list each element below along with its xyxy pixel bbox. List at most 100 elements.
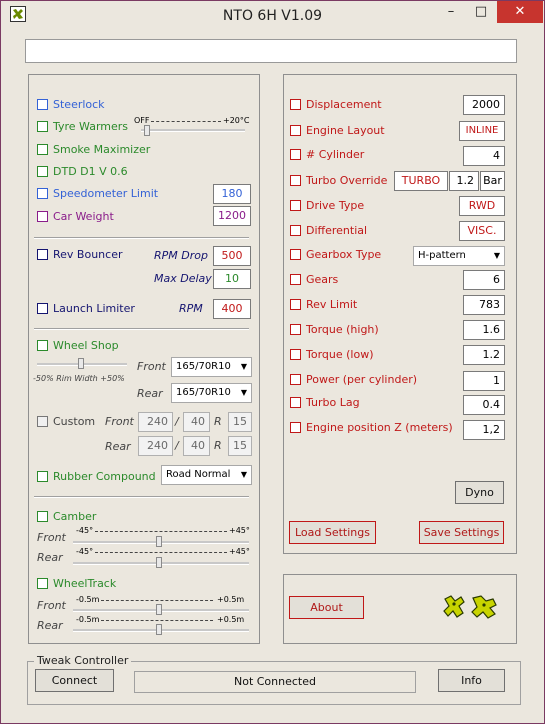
gears-input[interactable]: 6 [463, 270, 505, 290]
separator [34, 496, 249, 498]
gearbox-select[interactable]: H-pattern ▼ [413, 246, 505, 266]
r-label: R [214, 415, 222, 428]
camber-rear-label: Rear [37, 551, 63, 564]
custom-aspect-front[interactable]: 40 [183, 412, 210, 432]
rev-limit-checkbox[interactable] [290, 299, 301, 310]
turbo-toggle[interactable]: TURBO [394, 171, 448, 191]
differential-value[interactable]: VISC. [459, 221, 505, 241]
camber-label: Camber [53, 510, 97, 523]
camber-checkbox[interactable] [37, 511, 48, 522]
dropdown-arrow-icon: ▼ [240, 362, 247, 371]
rubber-checkbox[interactable] [37, 471, 48, 482]
differential-checkbox[interactable] [290, 225, 301, 236]
gearbox-value: H-pattern [418, 250, 466, 261]
separator [34, 237, 249, 239]
gears-checkbox[interactable] [290, 274, 301, 285]
status-field[interactable] [25, 39, 517, 63]
front-label: Front [137, 360, 166, 373]
dyno-button[interactable]: Dyno [455, 481, 504, 504]
tyre-warmers-label: Tyre Warmers [53, 120, 129, 133]
camber-front-label: Front [37, 531, 66, 544]
dtd-checkbox[interactable] [37, 166, 48, 177]
tyre-warmers-checkbox[interactable] [37, 121, 48, 132]
turbo-override-checkbox[interactable] [290, 175, 301, 186]
launch-checkbox[interactable] [37, 303, 48, 314]
turbo-lag-input[interactable]: 0.4 [463, 395, 505, 415]
power-label: Power (per cylinder) [306, 373, 418, 386]
gears-label: Gears [306, 273, 339, 286]
drive-type-value[interactable]: RWD [459, 196, 505, 216]
torque-low-checkbox[interactable] [290, 349, 301, 360]
track-front-thumb[interactable] [156, 604, 162, 615]
dropdown-arrow-icon: ▼ [240, 470, 247, 479]
camber-rear-thumb[interactable] [156, 557, 162, 568]
track-front-label: Front [37, 599, 66, 612]
close-button[interactable]: ✕ [497, 1, 543, 23]
engine-layout-checkbox[interactable] [290, 125, 301, 136]
drive-type-checkbox[interactable] [290, 200, 301, 211]
track-rear-thumb[interactable] [156, 624, 162, 635]
wheeltrack-checkbox[interactable] [37, 578, 48, 589]
speedo-checkbox[interactable] [37, 188, 48, 199]
rev-limit-label: Rev Limit [306, 298, 358, 311]
engine-position-checkbox[interactable] [290, 422, 301, 433]
engine-position-label: Engine position Z (meters) [306, 421, 453, 434]
displacement-label: Displacement [306, 98, 382, 111]
slash: / [175, 415, 179, 428]
custom-rim-front[interactable]: 15 [228, 412, 252, 432]
custom-width-rear[interactable]: 240 [138, 436, 173, 456]
cylinder-checkbox[interactable] [290, 149, 301, 160]
torque-low-input[interactable]: 1.2 [463, 345, 505, 365]
smoke-checkbox[interactable] [37, 144, 48, 155]
custom-width-front[interactable]: 240 [138, 412, 173, 432]
connect-button[interactable]: Connect [35, 669, 114, 692]
load-settings-button[interactable]: Load Settings [289, 521, 376, 544]
front-tyre-select[interactable]: 165/70R10 ▼ [171, 357, 252, 377]
rev-limit-input[interactable]: 783 [463, 295, 505, 315]
displacement-checkbox[interactable] [290, 99, 301, 110]
torque-high-label: Torque (high) [306, 323, 379, 336]
engine-position-input[interactable]: 1,2 [463, 420, 505, 440]
rubber-select[interactable]: Road Normal ▼ [161, 465, 252, 485]
custom-rim-rear[interactable]: 15 [228, 436, 252, 456]
steerlock-checkbox[interactable] [37, 99, 48, 110]
track-front-min: -0.5m [76, 595, 100, 604]
camber-front-thumb[interactable] [156, 536, 162, 547]
separator [34, 328, 249, 330]
speedo-input[interactable]: 180 [213, 184, 251, 204]
weight-input[interactable]: 1200 [213, 206, 251, 226]
displacement-input[interactable]: 2000 [463, 95, 505, 115]
rpm-input[interactable]: 400 [213, 299, 251, 319]
torque-high-input[interactable]: 1.6 [463, 320, 505, 340]
camber-front-dashes [95, 531, 227, 532]
turbo-lag-checkbox[interactable] [290, 397, 301, 408]
turbo-bar-input[interactable]: 1.2 [449, 171, 479, 191]
weight-checkbox[interactable] [37, 211, 48, 222]
rpm-drop-input[interactable]: 500 [213, 246, 251, 266]
max-delay-label: Max Delay [154, 272, 212, 285]
power-input[interactable]: 1 [463, 371, 505, 391]
torque-high-checkbox[interactable] [290, 324, 301, 335]
track-rear-min: -0.5m [76, 615, 100, 624]
cylinder-input[interactable]: 4 [463, 146, 505, 166]
about-button[interactable]: About [289, 596, 364, 619]
tyre-slider-thumb[interactable] [144, 125, 150, 136]
dropdown-arrow-icon: ▼ [240, 388, 247, 397]
info-button[interactable]: Info [438, 669, 505, 692]
gearbox-checkbox[interactable] [290, 249, 301, 260]
rev-bouncer-checkbox[interactable] [37, 249, 48, 260]
custom-aspect-rear[interactable]: 40 [183, 436, 210, 456]
tyre-slider-track[interactable] [141, 129, 245, 132]
rim-slider-thumb[interactable] [78, 358, 84, 369]
app-window: NTO 6H V1.09 – □ ✕ Steerlock Tyre Warmer… [0, 0, 545, 724]
save-settings-button[interactable]: Save Settings [419, 521, 504, 544]
power-checkbox[interactable] [290, 374, 301, 385]
engine-layout-value[interactable]: INLINE [459, 121, 505, 141]
connection-status: Not Connected [134, 671, 416, 693]
rear-tyre-select[interactable]: 165/70R10 ▼ [171, 383, 252, 403]
max-delay-input[interactable]: 10 [213, 269, 251, 289]
minimize-button[interactable]: – [436, 1, 466, 23]
maximize-button[interactable]: □ [466, 1, 496, 23]
wheel-shop-checkbox[interactable] [37, 340, 48, 351]
custom-checkbox[interactable] [37, 416, 48, 427]
